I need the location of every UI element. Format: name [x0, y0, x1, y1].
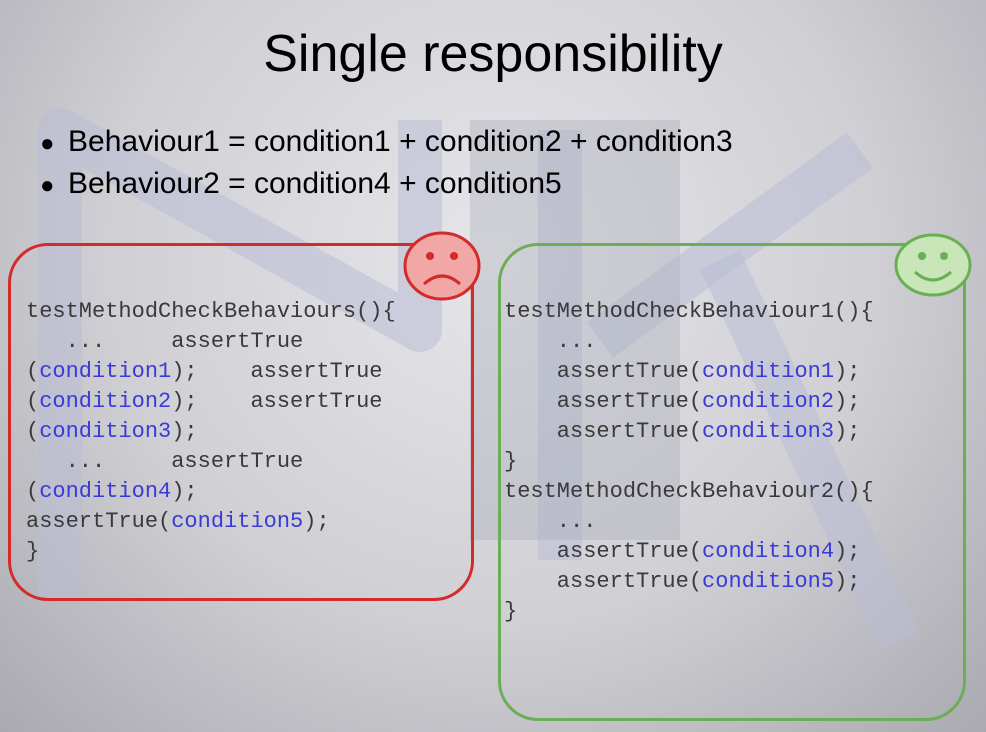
- bullet-text: Behaviour2 = condition4 + condition5: [68, 167, 562, 200]
- code-text: );: [303, 509, 330, 534]
- code-line: assertTrue(condition5);: [504, 567, 874, 597]
- code-text: ); assertTrue: [171, 389, 383, 414]
- code-text: (: [26, 479, 40, 504]
- code-text: ... assertTrue: [26, 329, 304, 354]
- code-text: );: [171, 419, 198, 444]
- code-condition: condition5: [171, 509, 304, 534]
- code-text: assertTrue(: [504, 419, 703, 444]
- code-text: );: [834, 569, 861, 594]
- code-line: (condition2); assertTrue: [26, 387, 396, 417]
- code-line: assertTrue(condition5);: [26, 507, 396, 537]
- bullet-item: ● Behaviour1 = condition1 + condition2 + …: [40, 122, 733, 164]
- code-text: testMethodCheckBehaviour2(){: [504, 479, 874, 504]
- slide-title: Single responsibility: [263, 25, 723, 83]
- code-text: );: [171, 479, 198, 504]
- bullet-dot-icon: ●: [40, 172, 55, 199]
- code-text: testMethodCheckBehaviour1(){: [504, 299, 874, 324]
- bullet-text: Behaviour1 = condition1 + condition2 + c…: [68, 125, 733, 158]
- code-line: ...: [504, 327, 874, 357]
- bullet-list: ● Behaviour1 = condition1 + condition2 + …: [40, 122, 733, 206]
- code-text: );: [834, 539, 861, 564]
- code-condition: condition3: [39, 419, 172, 444]
- bullet-dot-icon: ●: [40, 130, 55, 157]
- code-text: (: [26, 419, 40, 444]
- code-line: ... assertTrue: [26, 327, 396, 357]
- code-condition: condition1: [702, 359, 835, 384]
- code-text: }: [504, 599, 518, 624]
- code-text: (: [26, 359, 40, 384]
- code-line: assertTrue(condition1);: [504, 357, 874, 387]
- code-line: assertTrue(condition4);: [504, 537, 874, 567]
- code-text: }: [26, 539, 40, 564]
- code-line: (condition1); assertTrue: [26, 357, 396, 387]
- bullet-item: ● Behaviour2 = condition4 + condition5: [40, 164, 733, 206]
- code-condition: condition2: [39, 389, 172, 414]
- code-text: }: [504, 449, 518, 474]
- code-line: ... assertTrue: [26, 447, 396, 477]
- code-line: ...: [504, 507, 874, 537]
- code-text: ...: [504, 509, 597, 534]
- code-line: }: [504, 447, 874, 477]
- code-text: assertTrue(: [26, 509, 172, 534]
- code-condition: condition5: [702, 569, 835, 594]
- code-line: testMethodCheckBehaviour2(){: [504, 477, 874, 507]
- code-text: assertTrue(: [504, 359, 703, 384]
- code-condition: condition3: [702, 419, 835, 444]
- code-text: );: [834, 419, 861, 444]
- code-line: assertTrue(condition3);: [504, 417, 874, 447]
- code-line: }: [504, 597, 874, 627]
- code-condition: condition4: [39, 479, 172, 504]
- code-line: testMethodCheckBehaviour1(){: [504, 297, 874, 327]
- code-condition: condition4: [702, 539, 835, 564]
- code-text: ...: [504, 329, 597, 354]
- code-line: assertTrue(condition2);: [504, 387, 874, 417]
- code-text: assertTrue(: [504, 569, 703, 594]
- code-condition: condition1: [39, 359, 172, 384]
- bad-example-code: testMethodCheckBehaviours(){ ... assertT…: [26, 297, 396, 567]
- code-text: testMethodCheckBehaviours(){: [26, 299, 396, 324]
- code-condition: condition2: [702, 389, 835, 414]
- code-text: );: [834, 389, 861, 414]
- code-line: testMethodCheckBehaviours(){: [26, 297, 396, 327]
- code-line: }: [26, 537, 396, 567]
- code-text: (: [26, 389, 40, 414]
- code-text: assertTrue(: [504, 389, 703, 414]
- code-line: (condition4);: [26, 477, 396, 507]
- code-text: assertTrue(: [504, 539, 703, 564]
- code-text: );: [834, 359, 861, 384]
- code-line: (condition3);: [26, 417, 396, 447]
- sad-face-icon: [403, 231, 481, 301]
- good-example-code: testMethodCheckBehaviour1(){ ... assertT…: [504, 297, 874, 627]
- happy-face-icon: [894, 233, 972, 297]
- code-text: ... assertTrue: [26, 449, 304, 474]
- code-text: ); assertTrue: [171, 359, 383, 384]
